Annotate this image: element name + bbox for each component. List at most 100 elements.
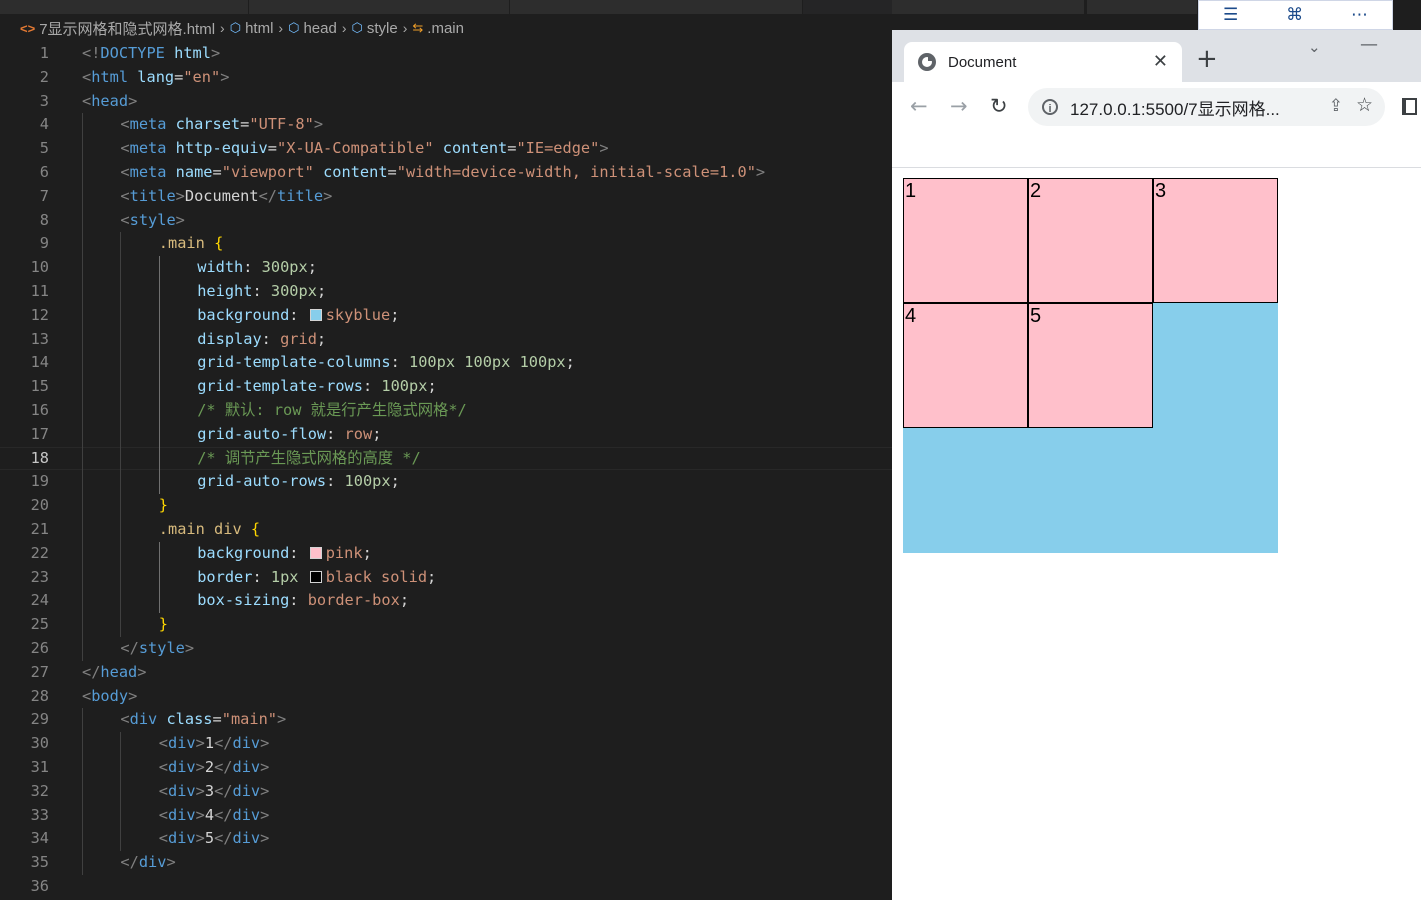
element-icon: ⬡	[288, 20, 300, 35]
editor-tab[interactable]	[249, 0, 510, 14]
reload-icon[interactable]: ↻	[990, 94, 1008, 118]
code-line[interactable]: 23 border: 1px black solid;	[0, 565, 892, 590]
editor-tab[interactable]	[510, 0, 803, 14]
code-line[interactable]: 33 <div>4</div>	[0, 803, 892, 828]
editor-tab[interactable]	[0, 0, 249, 14]
code-line[interactable]: 8 <style>	[0, 208, 892, 233]
color-swatch-icon[interactable]	[309, 546, 322, 559]
code-text: </style>	[120, 637, 194, 661]
code-line[interactable]: 19 grid-auto-rows: 100px;	[0, 470, 892, 495]
code-token: ;	[307, 258, 317, 277]
code-token: style	[138, 638, 185, 657]
code-lines[interactable]: 1 <!DOCTYPE html> 2 <html lang="en"> 3 <head>…	[0, 42, 892, 899]
indent-guide	[82, 708, 83, 733]
code-line[interactable]: 30 <div>1</div>	[0, 732, 892, 756]
breadcrumb-main-selector[interactable]: ⇆ .main	[412, 20, 464, 37]
indent-guide	[120, 517, 122, 542]
new-tab-icon[interactable]: +	[1196, 46, 1218, 72]
code-text: /* 默认: row 就是行产生隐式网格*/	[197, 399, 467, 423]
color-swatch-icon[interactable]	[309, 570, 322, 583]
address-bar[interactable]: i 127.0.0.1:5500/7显示网格... ⇪ ☆	[1028, 88, 1385, 126]
code-line[interactable]: 9 .main {	[0, 232, 892, 257]
code-text: display: grid;	[197, 328, 326, 352]
code-text: <!DOCTYPE html>	[82, 42, 220, 66]
code-token: <	[120, 186, 130, 205]
code-line[interactable]: 20}	[0, 494, 892, 518]
code-line[interactable]: 29 <div class="main">	[0, 708, 892, 733]
html-file-icon: <>	[20, 20, 36, 36]
code-line[interactable]: 6 <meta name="viewport" content="width=de…	[0, 160, 892, 185]
close-icon[interactable]: ✕	[1153, 51, 1168, 72]
code-token: =	[387, 162, 397, 181]
code-token: box-sizing	[197, 591, 290, 610]
editor-tab[interactable]	[892, 0, 1084, 14]
code-editor[interactable]: <> 7显示网格和隐式网格.html › ⬡ html › ⬡ head › ⬡ sty…	[0, 0, 892, 900]
code-line[interactable]: 17 grid-auto-flow: row;	[0, 422, 892, 447]
connect-icon[interactable]: ⌘	[1286, 5, 1303, 25]
code-text: }	[159, 494, 168, 518]
share-icon[interactable]: ⇪	[1329, 96, 1343, 116]
code-token: :	[289, 305, 308, 324]
code-line[interactable]: 14 grid-template-columns: 100px 100px 100…	[0, 351, 892, 376]
code-line[interactable]: 18 /* 调节产生隐式网格的高度 */	[0, 446, 892, 471]
code-text: <html lang="en">	[82, 66, 229, 90]
code-line[interactable]: 16 /* 默认: row 就是行产生隐式网格*/	[0, 398, 892, 423]
code-line[interactable]: 22 background: pink;	[0, 541, 892, 566]
code-line[interactable]: 26 </style>	[0, 636, 892, 661]
code-line[interactable]: 15 grid-template-rows: 100px;	[0, 375, 892, 399]
code-token: >	[260, 757, 270, 776]
back-icon[interactable]: ←	[910, 94, 928, 118]
code-token: DOCTYPE	[100, 44, 165, 62]
code-line[interactable]: 5 <meta http-equiv="X-UA-Compatible" cont…	[0, 137, 892, 161]
minimize-icon[interactable]: —	[1360, 34, 1378, 55]
line-number: 14	[30, 353, 49, 372]
code-token: =	[212, 162, 222, 181]
code-line[interactable]: 4 <meta charset="UTF-8">	[0, 113, 892, 138]
code-line[interactable]: 10 width: 300px;	[0, 256, 892, 280]
code-token: grid-template-rows	[197, 377, 363, 396]
code-line[interactable]: 7 <title>Document</title>	[0, 184, 892, 209]
breadcrumb-html[interactable]: ⬡ html	[230, 20, 274, 37]
indent-guide	[120, 779, 122, 804]
code-line[interactable]: 31 <div>2</div>	[0, 755, 892, 780]
color-swatch-icon[interactable]	[309, 308, 322, 321]
code-line[interactable]: 36	[0, 875, 892, 899]
code-line[interactable]: 13 display: grid;	[0, 327, 892, 352]
code-line[interactable]: 25}	[0, 613, 892, 637]
code-line[interactable]: 28 <body>	[0, 685, 892, 709]
code-line[interactable]: 34 <div>5</div>	[0, 827, 892, 852]
breadcrumb-head[interactable]: ⬡ head	[288, 20, 337, 37]
more-icon[interactable]: ⋯	[1351, 5, 1368, 25]
search-list-icon[interactable]: ☰	[1223, 5, 1238, 25]
grid-container: 1 2 3 4 5	[903, 178, 1278, 553]
indent-guide	[82, 137, 83, 161]
breadcrumb-style[interactable]: ⬡ style	[352, 20, 398, 37]
chevron-down-icon[interactable]: ⌄	[1308, 38, 1321, 56]
breadcrumb-file[interactable]: <> 7显示网格和隐式网格.html	[20, 18, 215, 39]
editor-tab[interactable]	[1087, 0, 1197, 14]
side-panel-icon[interactable]	[1402, 98, 1417, 115]
code-token: div	[232, 829, 261, 848]
code-token: >	[260, 781, 270, 800]
indent-guide	[158, 446, 160, 471]
indent-guide	[120, 541, 122, 566]
code-line[interactable]: 3 <head>	[0, 90, 892, 114]
code-line[interactable]: 2 <html lang="en">	[0, 66, 892, 90]
code-token: </	[214, 781, 233, 800]
code-line[interactable]: 12 background: skyblue;	[0, 303, 892, 328]
code-line[interactable]: 24 box-sizing: border-box;	[0, 589, 892, 614]
code-token: class	[166, 710, 213, 729]
forward-icon[interactable]: →	[950, 94, 968, 118]
code-line[interactable]: 21 .main div {	[0, 517, 892, 542]
code-line[interactable]: 1 <!DOCTYPE html>	[0, 42, 892, 66]
browser-tab[interactable]: Document ✕	[904, 42, 1182, 82]
code-line[interactable]: 35 </div>	[0, 851, 892, 875]
code-token: div	[129, 710, 158, 729]
breadcrumb-label: 7显示网格和隐式网格.html	[39, 20, 216, 38]
bookmark-star-icon[interactable]: ☆	[1356, 94, 1373, 117]
code-line[interactable]: 11 height: 300px;	[0, 279, 892, 304]
line-number: 30	[30, 734, 49, 753]
code-line[interactable]: 27 </head>	[0, 661, 892, 685]
code-line[interactable]: 32 <div>3</div>	[0, 779, 892, 804]
info-icon[interactable]: i	[1042, 99, 1058, 115]
